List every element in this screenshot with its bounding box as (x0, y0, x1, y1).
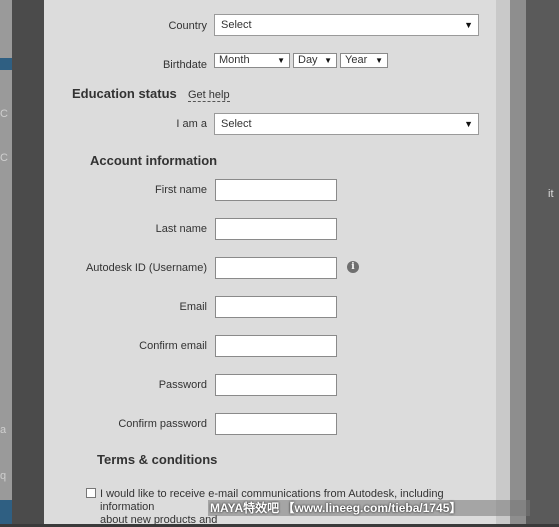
background-right-strip (510, 0, 526, 524)
confirm-email-field[interactable] (215, 335, 337, 357)
info-icon[interactable]: i (347, 261, 359, 273)
i-am-a-label: I am a (176, 118, 207, 130)
last-name-field[interactable] (215, 218, 337, 240)
background-text: C (0, 152, 8, 164)
chevron-down-icon: ▼ (277, 56, 285, 65)
email-label: Email (179, 301, 207, 313)
last-name-label: Last name (155, 223, 207, 235)
get-help-link[interactable]: Get help (188, 89, 230, 102)
birth-month-select[interactable]: Month ▼ (214, 53, 290, 68)
country-select-value: Select (221, 19, 252, 31)
country-label: Country (168, 20, 207, 32)
terms-conditions-heading: Terms & conditions (97, 452, 218, 467)
i-am-a-select[interactable]: Select ▼ (214, 113, 479, 135)
confirm-password-label: Confirm password (118, 418, 207, 430)
background-left-strip (0, 0, 12, 524)
password-field[interactable] (215, 374, 337, 396)
birth-month-value: Month (219, 54, 250, 66)
first-name-label: First name (155, 184, 207, 196)
email-consent-checkbox[interactable] (86, 488, 96, 498)
country-select[interactable]: Select ▼ (214, 14, 479, 36)
account-information-heading: Account information (90, 153, 218, 168)
confirm-password-field[interactable] (215, 413, 337, 435)
chevron-down-icon: ▼ (464, 119, 473, 129)
birthdate-label: Birthdate (162, 59, 207, 71)
background-page-left: C C a q (0, 0, 44, 524)
background-band (0, 58, 12, 70)
background-text: q (0, 470, 7, 482)
first-name-field[interactable] (215, 179, 337, 201)
confirm-email-label: Confirm email (139, 340, 207, 352)
autodesk-id-label: Autodesk ID (Username) (85, 262, 207, 274)
autodesk-id-field[interactable] (215, 257, 337, 279)
chevron-down-icon: ▼ (324, 56, 332, 65)
background-text: it (548, 188, 554, 200)
birth-year-value: Year (345, 54, 368, 66)
dialog-scrollbar[interactable] (496, 0, 510, 524)
chevron-down-icon: ▼ (375, 56, 383, 65)
background-text: a (0, 424, 7, 436)
i-am-a-select-value: Select (221, 118, 252, 130)
background-band (0, 500, 12, 524)
chevron-down-icon: ▼ (464, 20, 473, 30)
password-label: Password (158, 379, 207, 391)
education-status-heading: Education status (72, 86, 177, 101)
registration-dialog: Country Select ▼ Birthdate Month ▼ Day ▼… (44, 0, 510, 526)
birth-day-select[interactable]: Day ▼ (293, 53, 337, 68)
birth-year-select[interactable]: Year ▼ (340, 53, 388, 68)
background-text: C (0, 108, 8, 120)
email-field[interactable] (215, 296, 337, 318)
background-page-right: it (510, 0, 559, 524)
watermark: MAYA特效吧 【www.lineeg.com/tieba/1745】 (208, 500, 530, 516)
birth-day-value: Day (298, 54, 318, 66)
